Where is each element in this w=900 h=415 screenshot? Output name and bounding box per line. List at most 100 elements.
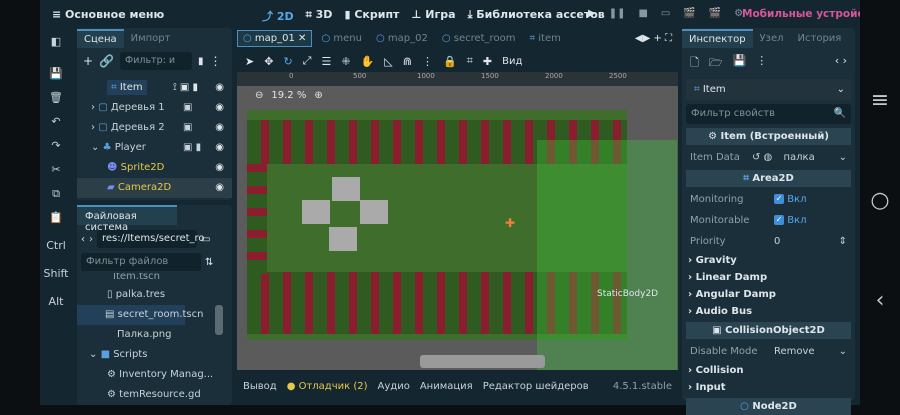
- play-scene-icon[interactable]: 🎬: [683, 8, 695, 19]
- tab-shader-editor[interactable]: Редактор шейдеров: [483, 381, 589, 392]
- tree-item-player[interactable]: ⌄ ♣ Player ▣ ▮ ◉: [77, 138, 232, 158]
- group-collision[interactable]: › Collision: [682, 362, 855, 379]
- horizontal-scrollbar[interactable]: [420, 355, 545, 368]
- bone-icon[interactable]: ✚: [483, 55, 492, 68]
- tab-debugger[interactable]: ● Отладчик (2): [287, 381, 368, 392]
- lock-icon[interactable]: 🔒: [443, 55, 457, 68]
- group-audio-bus[interactable]: › Audio Bus: [682, 303, 855, 320]
- tab-import[interactable]: Импорт: [124, 30, 178, 47]
- file-item[interactable]: ▯ palka.tres: [77, 285, 232, 305]
- snap-icon[interactable]: ⋒: [403, 55, 412, 68]
- file-item-selected[interactable]: ▤ secret_room.tscn: [77, 305, 203, 325]
- move-tool-icon[interactable]: ✥: [264, 55, 273, 68]
- select-tool-icon[interactable]: ➤: [245, 55, 254, 68]
- mode-assetlib[interactable]: ⤓ Библиотека ассетов: [468, 8, 605, 24]
- alt-key[interactable]: Alt: [42, 290, 70, 314]
- tree-item-trees2[interactable]: › ▢ Деревья 2 ▣ ◉: [77, 118, 232, 138]
- save-icon[interactable]: 💾: [733, 54, 747, 73]
- prop-monitoring[interactable]: Monitoring ✓ Вкл: [682, 189, 855, 210]
- main-menu-button[interactable]: ≡ Основное меню: [52, 8, 164, 21]
- prop-disable-mode[interactable]: Disable Mode Remove ⌄: [682, 341, 855, 362]
- property-filter-input[interactable]: Фильтр свойств 🔍: [686, 104, 851, 124]
- play-custom-icon[interactable]: 🎬: [709, 8, 721, 19]
- list-tool-icon[interactable]: ☰: [321, 55, 331, 68]
- save-icon[interactable]: 💾: [42, 62, 70, 86]
- view-menu[interactable]: Вид: [502, 56, 522, 67]
- zoom-in-icon[interactable]: ⊕: [314, 90, 322, 101]
- back-icon[interactable]: ‹: [860, 288, 900, 313]
- tree-item-sprite2d[interactable]: ☻ Sprite2D ◉: [77, 158, 232, 178]
- group-linear-damp[interactable]: › Linear Damp: [682, 269, 855, 286]
- more-icon[interactable]: ⋮: [422, 55, 433, 68]
- canvas-2d[interactable]: 0 500 1000 1500 2000 2500 ✚ ⊖ 19.2 % ⊕ S…: [237, 72, 678, 370]
- checkbox[interactable]: ✓: [774, 215, 784, 225]
- file-scrollbar[interactable]: [215, 305, 223, 335]
- visibility-icon[interactable]: ◉: [215, 158, 224, 178]
- section-collision-object[interactable]: ▣ CollisionObject2D: [686, 322, 851, 339]
- more-icon[interactable]: ⋮: [210, 54, 222, 68]
- tab-animation[interactable]: Анимация: [420, 381, 473, 392]
- pivot-tool-icon[interactable]: ⁜: [341, 55, 350, 68]
- stop-icon[interactable]: ■: [638, 8, 647, 19]
- undo-icon[interactable]: ↶: [42, 110, 70, 134]
- tree-item-trees1[interactable]: › ▢ Деревья 1 ▣ ◉: [77, 98, 232, 118]
- ruler-tool-icon[interactable]: ◺: [384, 55, 392, 68]
- tab-output[interactable]: Вывод: [243, 381, 277, 392]
- add-node-icon[interactable]: +: [83, 54, 93, 68]
- visibility-icon[interactable]: ◉: [215, 78, 224, 98]
- cut-icon[interactable]: ✂: [42, 158, 70, 182]
- section-node2d[interactable]: ○ Node2D: [686, 398, 851, 415]
- file-item[interactable]: ⚙ temResource.gd: [77, 385, 232, 405]
- pause-icon[interactable]: ❚❚: [609, 8, 626, 19]
- ctrl-key[interactable]: Ctrl: [42, 234, 70, 258]
- section-area2d[interactable]: ⌗ Area2D: [686, 170, 851, 187]
- prop-priority[interactable]: Priority 0 ⇕: [682, 231, 855, 252]
- scene-filter-input[interactable]: Фильтр: и: [120, 52, 193, 70]
- tab-map01[interactable]: ○ map_01 ✕: [237, 29, 313, 47]
- file-filter-input[interactable]: Фильтр файлов: [81, 253, 201, 271]
- tab-node[interactable]: Узел: [753, 30, 791, 47]
- visibility-icon[interactable]: ◉: [215, 138, 224, 158]
- redo-icon[interactable]: ↷: [42, 134, 70, 158]
- mode-script[interactable]: ▮ Скрипт: [344, 8, 399, 24]
- tab-menu[interactable]: ○ menu: [316, 31, 367, 46]
- home-icon[interactable]: ○: [860, 188, 900, 213]
- tree-item-camera2d[interactable]: ▰ Camera2D ◉: [77, 178, 232, 198]
- scale-tool-icon[interactable]: ⤢: [303, 54, 312, 68]
- prop-item-data[interactable]: Item Data ↺ ◍ палка ⌄: [682, 147, 855, 168]
- renderer-label[interactable]: Мобильные устройств: [742, 8, 876, 20]
- mode-game[interactable]: ⊥ Игра: [411, 8, 455, 24]
- mode-3d[interactable]: ⌗ 3D: [306, 8, 333, 24]
- visibility-icon[interactable]: ◉: [215, 178, 224, 198]
- path-input[interactable]: res://Items/secret_ro: [97, 230, 205, 248]
- forward-icon[interactable]: ›: [89, 234, 93, 245]
- tab-audio[interactable]: Аудио: [378, 381, 410, 392]
- mode-2d[interactable]: ⤴ 2D: [262, 8, 294, 24]
- tab-secret-room[interactable]: ○ secret_room: [437, 31, 521, 46]
- back-icon[interactable]: ‹: [81, 234, 85, 245]
- checkbox[interactable]: ✓: [774, 194, 784, 204]
- tab-map02[interactable]: ○ map_02: [371, 31, 433, 46]
- object-selector[interactable]: ⌗ Item ⌄: [686, 79, 851, 100]
- new-resource-icon[interactable]: 🗋: [690, 54, 699, 73]
- file-item[interactable]: Item.tscn: [77, 273, 232, 285]
- prop-monitorable[interactable]: Monitorable ✓ Вкл: [682, 210, 855, 231]
- tab-scene[interactable]: Сцена: [77, 28, 124, 48]
- group-angular-damp[interactable]: › Angular Damp: [682, 286, 855, 303]
- shift-key[interactable]: Shift: [42, 262, 70, 286]
- group-gravity[interactable]: › Gravity: [682, 252, 855, 269]
- tree-item-item[interactable]: ⌗ Item ⟟ ▣ ▮ ◉: [77, 78, 232, 98]
- paste-icon[interactable]: 📋: [42, 206, 70, 230]
- tab-history[interactable]: История: [791, 30, 849, 47]
- group-icon[interactable]: ⌗: [467, 54, 473, 68]
- copy-icon[interactable]: ⧉: [42, 182, 70, 206]
- rotate-tool-icon[interactable]: ↻: [283, 55, 292, 68]
- delete-icon[interactable]: 🗑: [42, 86, 70, 110]
- section-item[interactable]: ⚙ Item (Встроенный): [686, 128, 851, 145]
- tab-inspector[interactable]: Инспектор: [682, 28, 753, 48]
- file-item[interactable]: ⚙ Inventory Manag...: [77, 365, 232, 385]
- split-view-icon[interactable]: ▭: [201, 234, 210, 245]
- history-nav-icon[interactable]: ‹ ›: [835, 54, 847, 73]
- open-icon[interactable]: 🗁: [709, 54, 723, 73]
- pan-tool-icon[interactable]: ✋: [361, 55, 375, 68]
